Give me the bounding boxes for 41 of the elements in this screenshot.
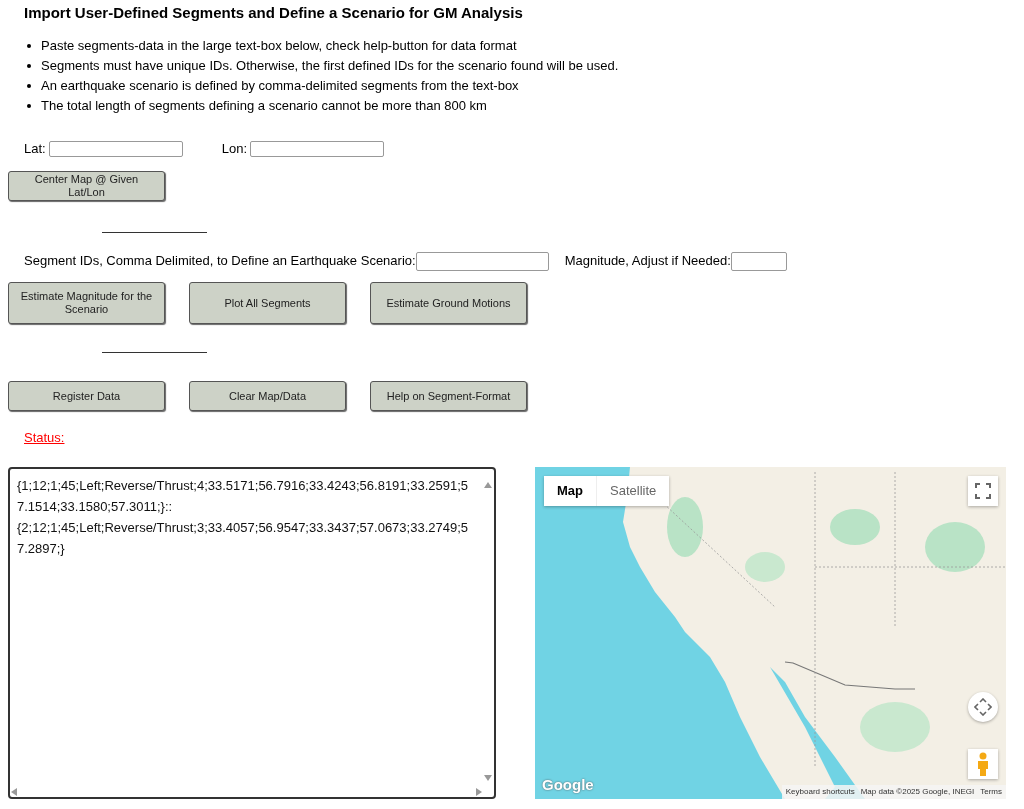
bullet-icon — [27, 104, 31, 108]
status-link[interactable]: Status: — [24, 430, 65, 445]
pan-arrows-icon — [974, 698, 992, 716]
field-label: Lat: — [24, 140, 46, 159]
segment-ids-field[interactable] — [415, 251, 549, 271]
bullet-icon — [27, 84, 31, 88]
action-button[interactable]: Center Map @ Given Lat/Lon — [8, 171, 165, 201]
bullet-icon — [27, 64, 31, 68]
fullscreen-button[interactable] — [968, 476, 998, 506]
map-attribution-link[interactable]: Keyboard shortcuts — [785, 785, 855, 799]
page-title: Import User-Defined Segments and Define a Scenario for GM Analysis — [24, 3, 524, 23]
segments-data-field[interactable]: {1;12;1;45;Left;Reverse/Thrust;4;33.5171;56.7916;33.4243;56.8191;33.2591;57.1514;33.1580;57.3011;}:: {2;12;1;45;Left;Reverse/Thrust;3;33.4057;56.9547;33.3437;57.0673;33.2749;57.2897;} — [8, 467, 496, 799]
field-label: Magnitude, Adjust if Needed: — [564, 252, 731, 271]
action-button[interactable]: Estimate Magnitude for the Scenario — [8, 282, 165, 324]
note-text: An earthquake scenario is defined by comma-delimited segments from the text-box — [41, 77, 519, 96]
coordinate-field[interactable] — [250, 141, 384, 157]
note-text: The total length of segments defining a scenario cannot be more than 800 km — [41, 97, 487, 116]
action-button[interactable]: Clear Map/Data — [189, 381, 346, 411]
map-type-tab[interactable]: Satellite — [596, 476, 670, 506]
coordinate-field[interactable] — [48, 141, 183, 157]
note-text: Paste segments-data in the large text-box below, check help-button for data format — [41, 37, 517, 56]
scroll-left-icon — [11, 788, 17, 796]
note-text: Segments must have unique IDs. Otherwise, the first defined IDs for the scenario found will be used. — [41, 57, 619, 76]
action-button[interactable]: Estimate Ground Motions — [370, 282, 527, 324]
action-button[interactable]: Plot All Segments — [189, 282, 346, 324]
bullet-icon — [27, 44, 31, 48]
map-logo: Google — [542, 774, 594, 795]
scroll-down-icon — [484, 775, 492, 781]
fullscreen-icon — [975, 483, 991, 499]
field-label: Segment IDs, Comma Delimited, to Define an Earthquake Scenario: — [24, 252, 416, 271]
person-icon — [977, 752, 989, 776]
action-button[interactable]: Register Data — [8, 381, 165, 411]
street-view-button[interactable] — [968, 749, 998, 779]
scroll-up-icon — [484, 482, 492, 488]
magnitude-field[interactable] — [730, 251, 787, 271]
action-button[interactable]: Help on Segment-Format — [370, 381, 527, 411]
map-attribution-link[interactable]: Terms — [980, 785, 1002, 799]
map-attribution-link[interactable]: Map data ©2025 Google, INEGI — [860, 785, 975, 799]
scroll-right-icon — [476, 788, 482, 796]
map-type-tab[interactable]: Map — [544, 476, 596, 506]
field-label: Lon: — [221, 140, 247, 159]
